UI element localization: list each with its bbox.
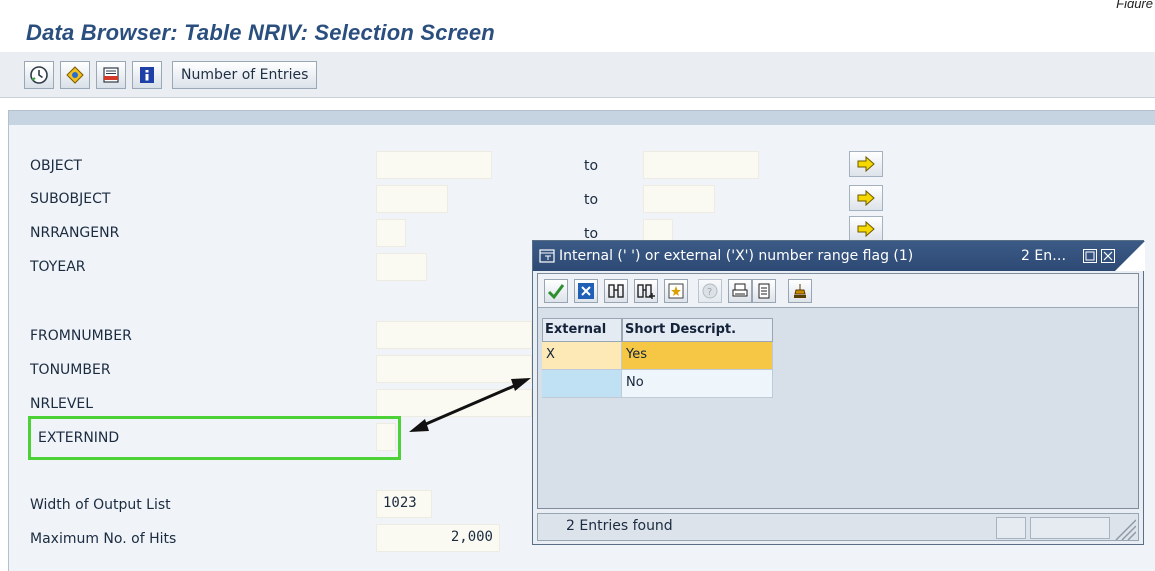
popup-entry-count: 2 En… (1021, 248, 1067, 264)
execute-clock-icon (30, 66, 48, 84)
document-list-icon (758, 283, 770, 299)
restrict-values-button[interactable] (664, 279, 688, 303)
info-icon (140, 67, 154, 83)
stamp-icon (794, 284, 806, 298)
execute-button[interactable] (24, 61, 54, 89)
row-description-value[interactable]: Yes (622, 342, 773, 370)
popup-status-bar: 2 Entries found (537, 513, 1139, 541)
popup-title-notch (1115, 241, 1145, 271)
details-button[interactable] (752, 279, 776, 303)
popup-minimize-button[interactable] (1083, 249, 1097, 263)
confirm-button[interactable] (544, 279, 568, 303)
column-header-short-description[interactable]: Short Descript. (622, 318, 773, 342)
svg-text:?: ? (707, 287, 712, 298)
help-button[interactable]: ? (698, 279, 722, 303)
field-label-tonumber: TONUMBER (30, 362, 111, 378)
field-label-subobject: SUBOBJECT (30, 191, 111, 207)
close-icon (1103, 251, 1113, 261)
toyear-input[interactable] (376, 253, 427, 281)
object-from-input[interactable] (376, 151, 492, 179)
row-external-value[interactable]: X (542, 342, 622, 370)
object-multiple-selection-button[interactable] (849, 151, 883, 177)
frame-header-strip (9, 111, 1155, 125)
cancel-x-icon (578, 283, 594, 299)
subobject-to-label: to (584, 192, 599, 208)
subobject-from-input[interactable] (376, 185, 448, 213)
selection-options-button[interactable] (60, 61, 90, 89)
find-next-button[interactable] (634, 279, 658, 303)
row-description-value[interactable]: No (622, 370, 773, 398)
nrrangenr-from-input[interactable] (376, 219, 406, 247)
cancel-button[interactable] (574, 279, 598, 303)
delete-entries-button[interactable] (96, 61, 126, 89)
title-bar: Data Browser: Table NRIV: Selection Scre… (0, 8, 1155, 48)
table-row[interactable]: No (542, 370, 773, 398)
field-label-nrlevel: NRLEVEL (30, 396, 94, 412)
object-to-label: to (584, 158, 599, 174)
subobject-to-input[interactable] (643, 185, 715, 213)
maximum-hits-input[interactable]: 2,000 (376, 524, 500, 552)
multiple-selection-arrow-icon (857, 155, 875, 173)
application-toolbar: Number of Entries (0, 52, 1155, 98)
field-label-nrrangenr: NRRANGENR (30, 225, 120, 241)
field-label-toyear: TOYEAR (30, 259, 86, 275)
popup-content: ? External Short Descript. X Yes No (537, 273, 1139, 509)
printer-icon (732, 283, 748, 297)
width-of-output-list-label: Width of Output List (30, 497, 171, 513)
field-label-object: OBJECT (30, 158, 82, 174)
info-button[interactable] (132, 61, 162, 89)
selection-options-icon (66, 66, 84, 84)
binoculars-icon (608, 284, 624, 298)
multiple-selection-arrow-icon (857, 189, 875, 207)
externind-highlight-box (28, 416, 401, 460)
fromnumber-input[interactable] (376, 321, 532, 349)
nrrangenr-multiple-selection-button[interactable] (849, 216, 883, 242)
table-row[interactable]: X Yes (542, 342, 773, 370)
minimize-icon (1085, 251, 1095, 261)
find-button[interactable] (604, 279, 628, 303)
popup-close-button[interactable] (1101, 249, 1115, 263)
checkmark-icon (547, 284, 565, 300)
grid-star-icon (668, 283, 684, 299)
number-of-entries-button[interactable]: Number of Entries (172, 61, 318, 89)
multiple-selection-arrow-icon (857, 220, 875, 238)
annotation-double-arrow (409, 378, 531, 432)
binoculars-plus-icon (637, 284, 655, 299)
maximum-hits-label: Maximum No. of Hits (30, 531, 177, 547)
page-title: Data Browser: Table NRIV: Selection Scre… (26, 20, 495, 45)
width-of-output-list-input[interactable]: 1023 (376, 490, 432, 518)
column-header-external[interactable]: External (542, 318, 622, 342)
resize-grip-icon[interactable] (1112, 516, 1136, 540)
status-segment (996, 517, 1026, 539)
popup-window-icon (539, 249, 555, 263)
status-segment (1030, 517, 1110, 539)
popup-title-bar: Internal (' ') or external ('X') number … (533, 241, 1145, 271)
status-text: 2 Entries found (566, 518, 673, 534)
field-label-fromnumber: FROMNUMBER (30, 328, 132, 344)
value-help-popup: Internal (' ') or external ('X') number … (532, 240, 1145, 545)
popup-title-text: Internal (' ') or external ('X') number … (559, 248, 914, 264)
row-external-value[interactable] (542, 370, 622, 398)
help-icon: ? (702, 283, 718, 299)
print-button[interactable] (728, 279, 752, 303)
subobject-multiple-selection-button[interactable] (849, 185, 883, 211)
personal-list-button[interactable] (788, 279, 812, 303)
popup-toolbar: ? (538, 274, 1138, 308)
delete-entries-icon (103, 67, 119, 83)
object-to-input[interactable] (643, 151, 759, 179)
